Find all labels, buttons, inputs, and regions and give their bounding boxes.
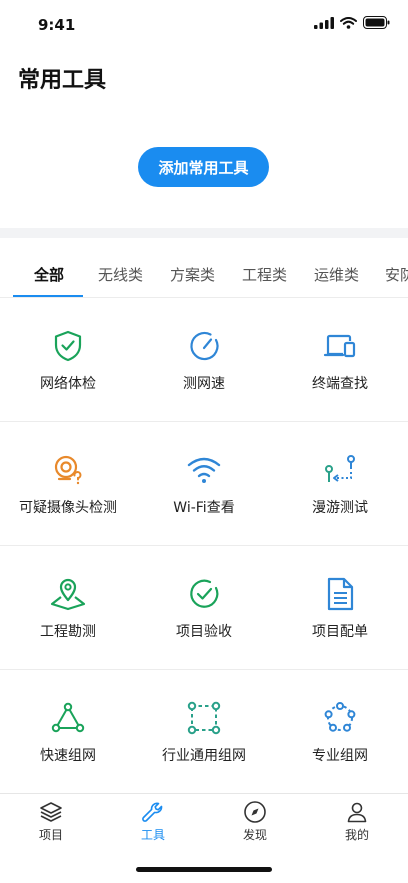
tool-label: 网络体检	[40, 376, 96, 392]
nav-tools[interactable]: 工具	[102, 794, 204, 850]
nav-projects[interactable]: 项目	[0, 794, 102, 850]
nav-label: 工具	[140, 828, 165, 842]
page-title: 常用工具	[18, 68, 107, 93]
tool-terminal-find[interactable]: 终端查找	[272, 298, 408, 422]
tab-solution[interactable]: 方案类	[170, 264, 215, 285]
check-circle-icon	[190, 579, 219, 608]
camera-detect-icon	[54, 455, 82, 485]
tool-label: 终端查找	[312, 376, 368, 392]
category-tabs: 全部 无线类 方案类 工程类 运维类 安防	[0, 238, 408, 298]
tool-network-checkup[interactable]: 网络体检	[0, 298, 136, 422]
tool-quick-network[interactable]: 快速组网	[0, 670, 136, 794]
layers-icon	[40, 802, 62, 822]
wrench-icon	[142, 802, 163, 822]
speedometer-icon	[190, 331, 219, 361]
bottom-nav: 项目 工具 发现 我的	[0, 793, 408, 849]
wifi-status-icon	[340, 16, 357, 29]
tool-label: 漫游测试	[312, 500, 368, 516]
document-icon	[327, 577, 354, 611]
nav-label: 发现	[242, 828, 267, 842]
square-network-icon	[187, 701, 221, 735]
tool-camera-detect[interactable]: 可疑摄像头检测	[0, 422, 136, 546]
tool-row: 工程勘测 项目验收 项目配单	[0, 546, 408, 670]
devices-icon	[323, 334, 356, 358]
tool-label: 项目验收	[176, 624, 232, 640]
battery-icon	[363, 16, 390, 29]
tool-project-acceptance[interactable]: 项目验收	[136, 546, 272, 670]
tool-label: 行业通用组网	[162, 748, 246, 764]
status-icons	[314, 16, 390, 29]
section-divider	[0, 228, 408, 238]
tab-engineering[interactable]: 工程类	[242, 264, 287, 285]
tool-label: 快速组网	[40, 748, 96, 764]
tool-row: 快速组网 行业通用组网 专业组网	[0, 670, 408, 794]
tool-industry-network[interactable]: 行业通用组网	[136, 670, 272, 794]
wifi-icon	[187, 457, 221, 483]
nav-discover[interactable]: 发现	[204, 794, 306, 850]
active-tab-indicator	[13, 295, 83, 297]
tool-roaming-test[interactable]: 漫游测试	[272, 422, 408, 546]
compass-icon	[244, 801, 266, 823]
triangle-network-icon	[51, 702, 85, 733]
shield-check-icon	[54, 330, 82, 362]
status-time: 9:41	[38, 16, 76, 34]
tool-speed-test[interactable]: 测网速	[136, 298, 272, 422]
tool-label: 测网速	[183, 376, 225, 392]
tool-engineering-survey[interactable]: 工程勘测	[0, 546, 136, 670]
home-indicator	[136, 867, 272, 872]
user-icon	[347, 802, 367, 823]
tool-grid: 网络体检 测网速 终端查找 可疑摄像头检测 Wi-Fi查看 漫游测试 工程勘测 …	[0, 298, 408, 794]
ring-network-icon	[324, 702, 356, 732]
add-common-tools-button[interactable]: 添加常用工具	[138, 147, 269, 187]
cellular-signal-icon	[314, 16, 334, 29]
tab-all[interactable]: 全部	[34, 264, 64, 285]
tool-wifi-view[interactable]: Wi-Fi查看	[136, 422, 272, 546]
tool-label: 可疑摄像头检测	[19, 500, 117, 516]
tool-label: 项目配单	[312, 624, 368, 640]
nav-label: 项目	[38, 828, 63, 842]
status-bar: 9:41	[0, 0, 408, 50]
tool-label: 工程勘测	[40, 624, 96, 640]
tab-security[interactable]: 安防	[385, 264, 408, 285]
tool-project-quotation[interactable]: 项目配单	[272, 546, 408, 670]
roaming-icon	[325, 455, 355, 482]
tool-row: 可疑摄像头检测 Wi-Fi查看 漫游测试	[0, 422, 408, 546]
tool-row: 网络体检 测网速 终端查找	[0, 298, 408, 422]
tool-label: 专业组网	[312, 748, 368, 764]
nav-label: 我的	[344, 828, 369, 842]
tool-professional-network[interactable]: 专业组网	[272, 670, 408, 794]
tab-wireless[interactable]: 无线类	[98, 264, 143, 285]
location-survey-icon	[50, 578, 86, 611]
tool-label: Wi-Fi查看	[173, 500, 235, 516]
tab-operations[interactable]: 运维类	[314, 264, 359, 285]
nav-mine[interactable]: 我的	[306, 794, 408, 850]
